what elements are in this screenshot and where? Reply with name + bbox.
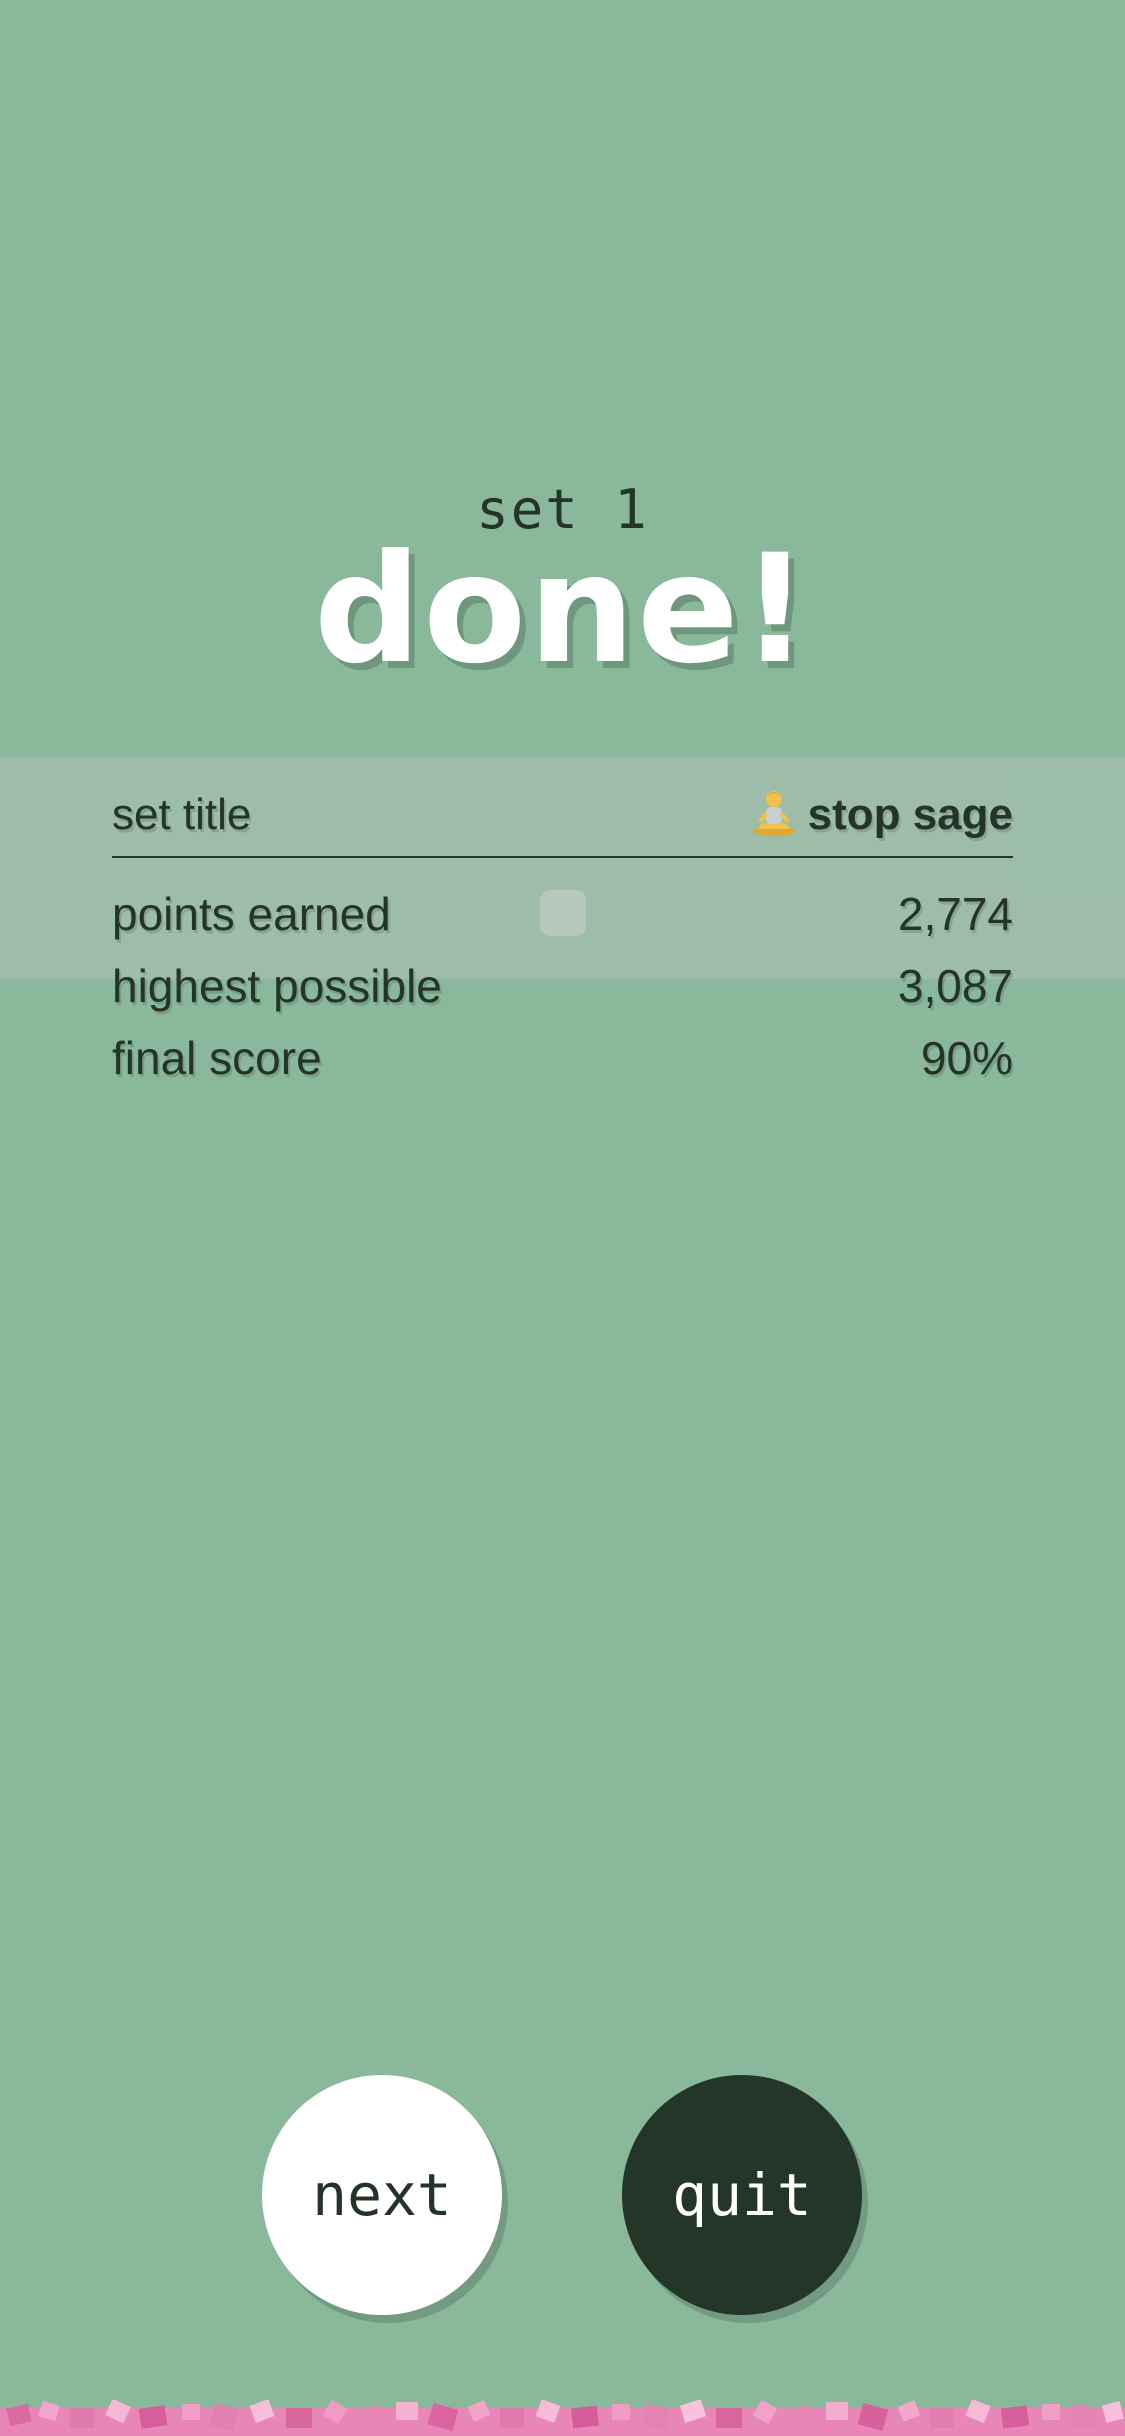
highest-possible-value: 3,087 [897,960,1013,1012]
points-earned-row: points earned 2,774 [112,878,1013,950]
stats-table: set title stop sage points earned 2,774 … [112,757,1013,1094]
highest-possible-label: highest possible [112,960,442,1012]
points-earned-label: points earned [112,888,391,940]
points-earned-value: 2,774 [897,888,1013,940]
set-title-value: stop sage [752,787,1013,843]
done-title: done! [313,523,812,697]
set-title-label: set title [112,790,252,839]
final-score-label: final score [112,1032,322,1084]
set-title-text: stop sage [807,790,1013,839]
next-button[interactable]: next [262,2075,502,2315]
final-score-value: 90% [920,1032,1013,1084]
stats-header-row: set title stop sage [112,757,1013,858]
confetti-strip [0,2400,1125,2436]
quit-button[interactable]: quit [622,2075,862,2315]
placeholder-square [540,890,586,936]
person-in-lotus-position-icon [752,791,795,836]
highest-possible-row: highest possible 3,087 [112,950,1013,1022]
final-score-row: final score 90% [112,1022,1013,1094]
